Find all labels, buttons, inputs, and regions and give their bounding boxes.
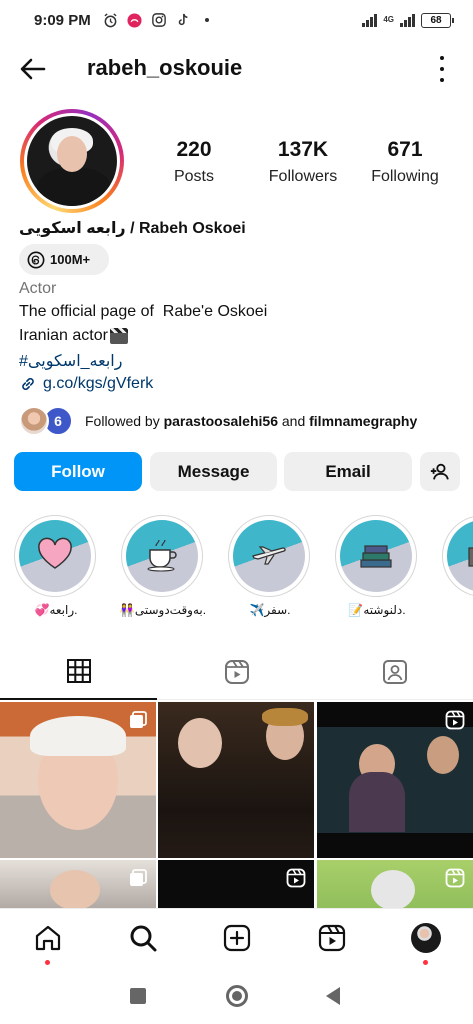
highlight-label: 💞رابعه.	[34, 603, 78, 617]
network-type: 4G	[383, 15, 394, 24]
post-thumbnail[interactable]	[158, 860, 314, 908]
following-label: Following	[371, 168, 439, 185]
post-thumbnail[interactable]	[158, 702, 314, 858]
profile-header: rabeh_oskouie	[0, 42, 473, 96]
heart-icon	[38, 537, 72, 569]
message-button[interactable]: Message	[150, 452, 277, 491]
multiple-photos-icon	[130, 869, 147, 886]
reels-icon	[445, 868, 465, 888]
followed-by-row[interactable]: 6 Followed by parastoosalehi56 and filmn…	[19, 405, 459, 437]
bottom-navigation	[0, 908, 473, 968]
bio-link[interactable]: g.co/kgs/gVferk	[19, 375, 153, 393]
highlight-label: 🎬	[436, 603, 473, 617]
following-count: 671	[387, 138, 423, 161]
header-username: rabeh_oskouie	[87, 55, 243, 80]
notification-icons	[103, 12, 215, 28]
profile-content-tabs	[0, 644, 473, 700]
profile-avatar-icon	[411, 923, 441, 953]
following-stat[interactable]: 671 Following	[360, 138, 450, 186]
alarm-icon	[103, 12, 119, 28]
story-highlights: 💞رابعه. 👭به‌وقت‌دوستی. ✈️سفر. 📝دلنوشته. …	[0, 515, 473, 625]
more-options-icon[interactable]	[439, 56, 445, 82]
profile-full-name: رابعه اسکویی / Rabeh Oskoei	[19, 220, 246, 237]
profile-actions: Follow Message Email	[14, 452, 460, 492]
reels-tab[interactable]	[317, 923, 347, 953]
home-notification-dot	[45, 960, 50, 965]
recent-apps-icon[interactable]	[130, 988, 146, 1004]
bio-line-2: Iranian actor	[19, 327, 128, 345]
post-thumbnail[interactable]	[0, 860, 156, 908]
tab-grid[interactable]	[0, 644, 157, 700]
grid-icon	[66, 659, 91, 683]
follow-button[interactable]: Follow	[14, 452, 142, 491]
reels-icon	[286, 868, 306, 888]
create-tab[interactable]	[222, 923, 252, 953]
link-icon	[22, 378, 34, 390]
signal-2-icon	[400, 13, 415, 27]
battery-icon: 68	[421, 12, 454, 28]
home-icon	[35, 925, 61, 951]
status-bar: 9:09 PM 4G 68	[0, 0, 473, 40]
profile-notification-dot	[423, 960, 428, 965]
search-tab[interactable]	[128, 923, 158, 953]
reels-icon	[318, 924, 346, 952]
create-post-icon	[223, 924, 251, 952]
posts-grid	[0, 702, 473, 908]
tab-tagged[interactable]	[316, 644, 473, 700]
highlight-label: 📝دلنوشته.	[348, 603, 406, 617]
followed-by-text: Followed by parastoosalehi56 and filmnam…	[85, 413, 418, 429]
tiktok-icon	[175, 12, 191, 28]
posts-label: Posts	[173, 168, 214, 185]
books-icon	[360, 545, 392, 568]
threads-icon	[27, 251, 45, 268]
add-user-icon	[430, 463, 449, 480]
airplane-icon	[252, 546, 286, 565]
bio-line-1: The official page of Rabe'e Oskoei	[19, 303, 268, 320]
followers-stat[interactable]: 137K Followers	[256, 138, 350, 186]
clapperboard-icon	[109, 328, 128, 344]
reels-icon	[224, 660, 249, 684]
profile-tab[interactable]	[411, 923, 441, 965]
bio-link-text: g.co/kgs/gVferk	[43, 375, 154, 392]
tagged-person-icon	[382, 660, 407, 684]
post-thumbnail[interactable]	[0, 702, 156, 858]
clapperboard-icon	[468, 547, 473, 567]
profile-avatar-story-ring[interactable]	[20, 109, 124, 213]
avatar	[27, 116, 117, 206]
posts-stat[interactable]: 220 Posts	[150, 138, 238, 186]
profile-category: Actor	[19, 280, 57, 297]
system-navigation-bar	[0, 968, 473, 1024]
post-thumbnail[interactable]	[317, 702, 473, 858]
threads-count: 100M+	[50, 252, 91, 267]
highlight-label: 👭به‌وقت‌دوستی.	[119, 603, 207, 617]
home-tab[interactable]	[33, 923, 63, 965]
system-back-icon[interactable]	[326, 987, 340, 1005]
back-arrow-icon[interactable]	[18, 54, 48, 84]
instagram-icon	[151, 12, 167, 28]
tab-reels[interactable]	[158, 644, 315, 700]
threads-badge[interactable]: 100M+	[19, 244, 109, 275]
email-button[interactable]: Email	[284, 452, 412, 491]
mutual-avatars: 6	[19, 405, 77, 437]
more-notifications-dot-icon	[199, 12, 215, 28]
bio-hashtag[interactable]: #رابعه_اسکویی	[19, 351, 122, 371]
app-notification-icon	[127, 12, 143, 28]
reels-icon	[445, 710, 465, 730]
posts-count: 220	[176, 138, 212, 161]
coffee-cup-icon	[147, 539, 177, 572]
suggested-users-button[interactable]	[420, 452, 460, 491]
followers-count: 137K	[277, 138, 329, 161]
post-thumbnail[interactable]	[317, 860, 473, 908]
signal-icon	[362, 13, 378, 27]
multiple-photos-icon	[130, 711, 147, 728]
bio-line-2-text: Iranian actor	[19, 327, 108, 344]
mutual-avatar-1	[19, 406, 49, 436]
highlight-label: ✈️سفر.	[249, 603, 291, 617]
home-button-icon[interactable]	[226, 985, 248, 1007]
status-time: 9:09 PM	[34, 11, 91, 29]
followers-label: Followers	[268, 168, 338, 185]
search-icon	[130, 925, 157, 952]
